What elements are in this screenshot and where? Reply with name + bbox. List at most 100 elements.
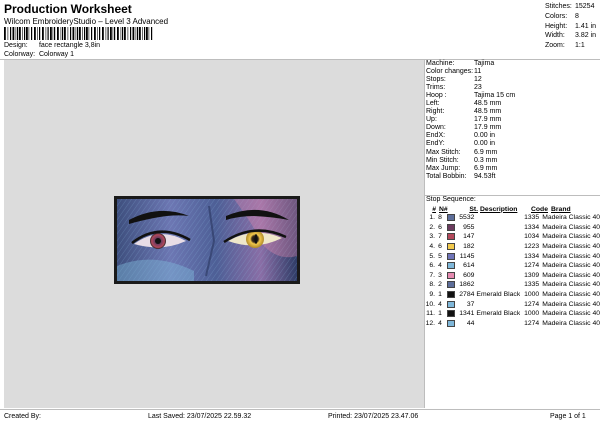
row-stitches: 2784 <box>459 291 475 299</box>
table-row: 9. 1 2784 Emerald Black 1000 Madeira Classic … <box>424 290 600 300</box>
machine-info-panel: Machine: Tajima Color changes: 11 Stops: 12… <box>426 60 598 181</box>
info-row: Total Bobbin: 94.53ft <box>426 172 496 180</box>
created-by: Created By: <box>4 413 41 420</box>
row-code: 1335 <box>524 281 540 289</box>
row-needle: 6 <box>438 223 442 231</box>
stat-height: Height: 1.41 in <box>545 22 597 30</box>
info-row: Hoop : Tajima 15 cm <box>426 92 516 100</box>
row-description: Emerald Black <box>476 291 520 299</box>
row-num: 6. <box>429 262 436 270</box>
table-row: 3. 7 147 1034 Madeira Classic 40 <box>424 232 600 242</box>
design-value: face rectangle 3,8in <box>38 42 101 49</box>
row-brand: Madeira Classic 40 <box>542 214 600 222</box>
row-needle: 5 <box>438 252 442 260</box>
row-stitches: 5532 <box>459 214 475 222</box>
row-num: 9. <box>429 291 436 299</box>
table-row: 4. 6 182 1223 Madeira Classic 40 <box>424 242 600 252</box>
row-num: 1. <box>429 214 436 222</box>
col-description: Description <box>480 205 518 213</box>
info-row: Right: 48.5 mm <box>426 108 502 116</box>
page-title: Production Worksheet <box>4 2 132 16</box>
design-field: Design: face rectangle 3,8in <box>4 42 100 49</box>
barcode-image <box>4 27 153 40</box>
row-needle: 4 <box>438 300 442 308</box>
col-brand: Brand <box>551 205 571 213</box>
row-code: 1274 <box>524 319 540 327</box>
table-row: 6. 4 614 1274 Madeira Classic 40 <box>424 261 600 271</box>
table-row: 8. 2 1862 1335 Madeira Classic 40 <box>424 280 600 290</box>
info-row: Min Stitch: 0.3 mm <box>426 156 498 164</box>
row-brand: Madeira Classic 40 <box>542 252 600 260</box>
row-brand: Madeira Classic 40 <box>542 233 600 241</box>
row-code: 1223 <box>524 243 540 251</box>
info-row: Up: 17.9 mm <box>426 116 502 124</box>
software-subtitle: Wilcom EmbroideryStudio – Level 3 Advanc… <box>4 17 169 26</box>
row-needle: 1 <box>438 291 442 299</box>
col-stitches: St. <box>469 205 478 213</box>
color-swatch <box>447 262 455 270</box>
row-brand: Madeira Classic 40 <box>542 243 600 251</box>
colorway-value: Colorway 1 <box>38 51 74 58</box>
row-num: 4. <box>429 243 436 251</box>
table-row: 11. 1 1341 Emerald Black 1000 Madeira Classic… <box>424 309 600 319</box>
row-brand: Madeira Classic 40 <box>542 310 600 318</box>
row-stitches: 955 <box>463 223 475 231</box>
info-row: EndY: 0.00 in <box>426 140 496 148</box>
row-description: Emerald Black <box>476 310 520 318</box>
row-num: 8. <box>429 281 436 289</box>
info-row: Left: 48.5 mm <box>426 100 502 108</box>
row-brand: Madeira Classic 40 <box>542 281 600 289</box>
last-saved: Last Saved: 23/07/2025 22.59.32 <box>148 413 252 420</box>
row-brand: Madeira Classic 40 <box>542 300 600 308</box>
row-stitches: 1341 <box>459 310 475 318</box>
color-swatch <box>447 223 455 231</box>
design-label: Design: <box>4 42 28 49</box>
row-code: 1334 <box>524 223 540 231</box>
row-code: 1309 <box>524 271 540 279</box>
colorway-label: Colorway: <box>4 51 36 58</box>
row-num: 3. <box>429 233 436 241</box>
color-swatch <box>447 319 455 327</box>
row-num: 12. <box>425 319 436 327</box>
row-needle: 4 <box>438 319 442 327</box>
table-row: 7. 3 609 1309 Madeira Classic 40 <box>424 271 600 281</box>
color-swatch <box>447 243 455 251</box>
row-stitches: 37 <box>466 300 475 308</box>
row-brand: Madeira Classic 40 <box>542 262 600 270</box>
row-num: 2. <box>429 223 436 231</box>
table-row: 5. 5 1145 1334 Madeira Classic 40 <box>424 251 600 261</box>
info-row: EndX: 0.00 in <box>426 132 496 140</box>
row-stitches: 614 <box>463 262 475 270</box>
row-needle: 1 <box>438 310 442 318</box>
row-code: 1334 <box>524 252 540 260</box>
row-code: 1000 <box>524 291 540 299</box>
color-swatch <box>447 233 455 241</box>
summary-stats: Stitches: 15254 Colors: 8 Height: 1.41 in W… <box>545 2 596 51</box>
footer-divider <box>0 409 600 410</box>
embroidery-design-preview <box>114 196 300 284</box>
color-swatch <box>447 310 455 318</box>
row-num: 10. <box>425 300 436 308</box>
row-brand: Madeira Classic 40 <box>542 319 600 327</box>
info-row: Color changes: 11 <box>426 68 482 76</box>
stat-stitches: Stitches: 15254 <box>545 3 595 10</box>
row-stitches: 44 <box>466 319 475 327</box>
colorway-field: Colorway: Colorway 1 <box>4 51 74 58</box>
row-needle: 4 <box>438 262 442 270</box>
stop-sequence-table: # N# St. Description Code Brand 1. 8 5532 1… <box>424 205 600 328</box>
color-swatch <box>447 214 455 222</box>
row-num: 11. <box>426 310 436 318</box>
row-stitches: 1862 <box>459 281 475 289</box>
row-num: 5. <box>429 252 436 260</box>
col-needle: N# <box>439 205 448 213</box>
row-code: 1274 <box>524 300 540 308</box>
table-row: 10. 4 37 1274 Madeira Classic 40 <box>424 299 600 309</box>
col-num: # <box>432 205 436 213</box>
row-needle: 3 <box>438 271 442 279</box>
table-row: 12. 4 44 1274 Madeira Classic 40 <box>424 319 600 329</box>
row-code: 1034 <box>524 233 540 241</box>
info-row: Max Jump: 6.9 mm <box>426 164 498 172</box>
stat-zoom: Zoom: 1:1 <box>545 42 585 50</box>
row-stitches: 1145 <box>459 252 475 260</box>
row-brand: Madeira Classic 40 <box>542 291 600 299</box>
